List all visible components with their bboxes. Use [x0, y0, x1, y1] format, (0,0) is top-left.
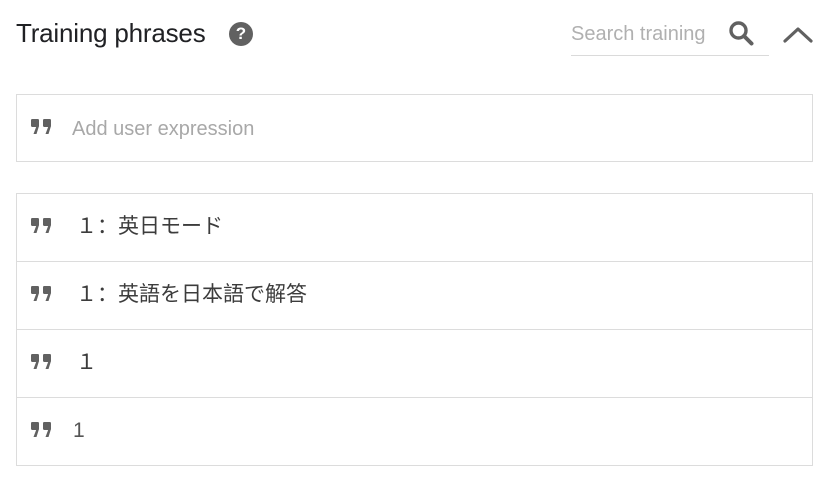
section-header: Training phrases ?: [0, 0, 836, 72]
training-phrase-text[interactable]: １: [76, 348, 97, 378]
chevron-up-icon[interactable]: [781, 21, 815, 49]
search-input[interactable]: [571, 20, 717, 48]
add-user-expression-input[interactable]: [72, 115, 772, 143]
search-icon[interactable]: [728, 20, 754, 46]
quote-icon: [31, 119, 51, 134]
training-phrase-row[interactable]: １：英日モード: [17, 194, 812, 262]
training-phrase-text[interactable]: １：英語を日本語で解答: [76, 280, 307, 310]
training-phrase-row[interactable]: １：英語を日本語で解答: [17, 262, 812, 330]
training-phrase-text[interactable]: １：英日モード: [76, 212, 223, 242]
training-phrase-text[interactable]: 1: [73, 416, 85, 446]
training-phrase-list: １：英日モード １：英語を日本語で解答 １ 1: [16, 193, 813, 466]
quote-icon: [31, 286, 51, 301]
training-phrases-panel: Training phrases ? Search training Add u…: [0, 0, 836, 483]
training-phrase-row[interactable]: １: [17, 330, 812, 398]
search-field: [571, 14, 769, 56]
section-title: Training phrases: [16, 18, 206, 48]
help-icon[interactable]: ?: [229, 22, 253, 46]
add-user-expression-box: [16, 94, 813, 162]
quote-icon: [31, 354, 51, 369]
training-phrase-row[interactable]: 1: [17, 398, 812, 465]
quote-icon: [31, 422, 51, 437]
quote-icon: [31, 218, 51, 233]
